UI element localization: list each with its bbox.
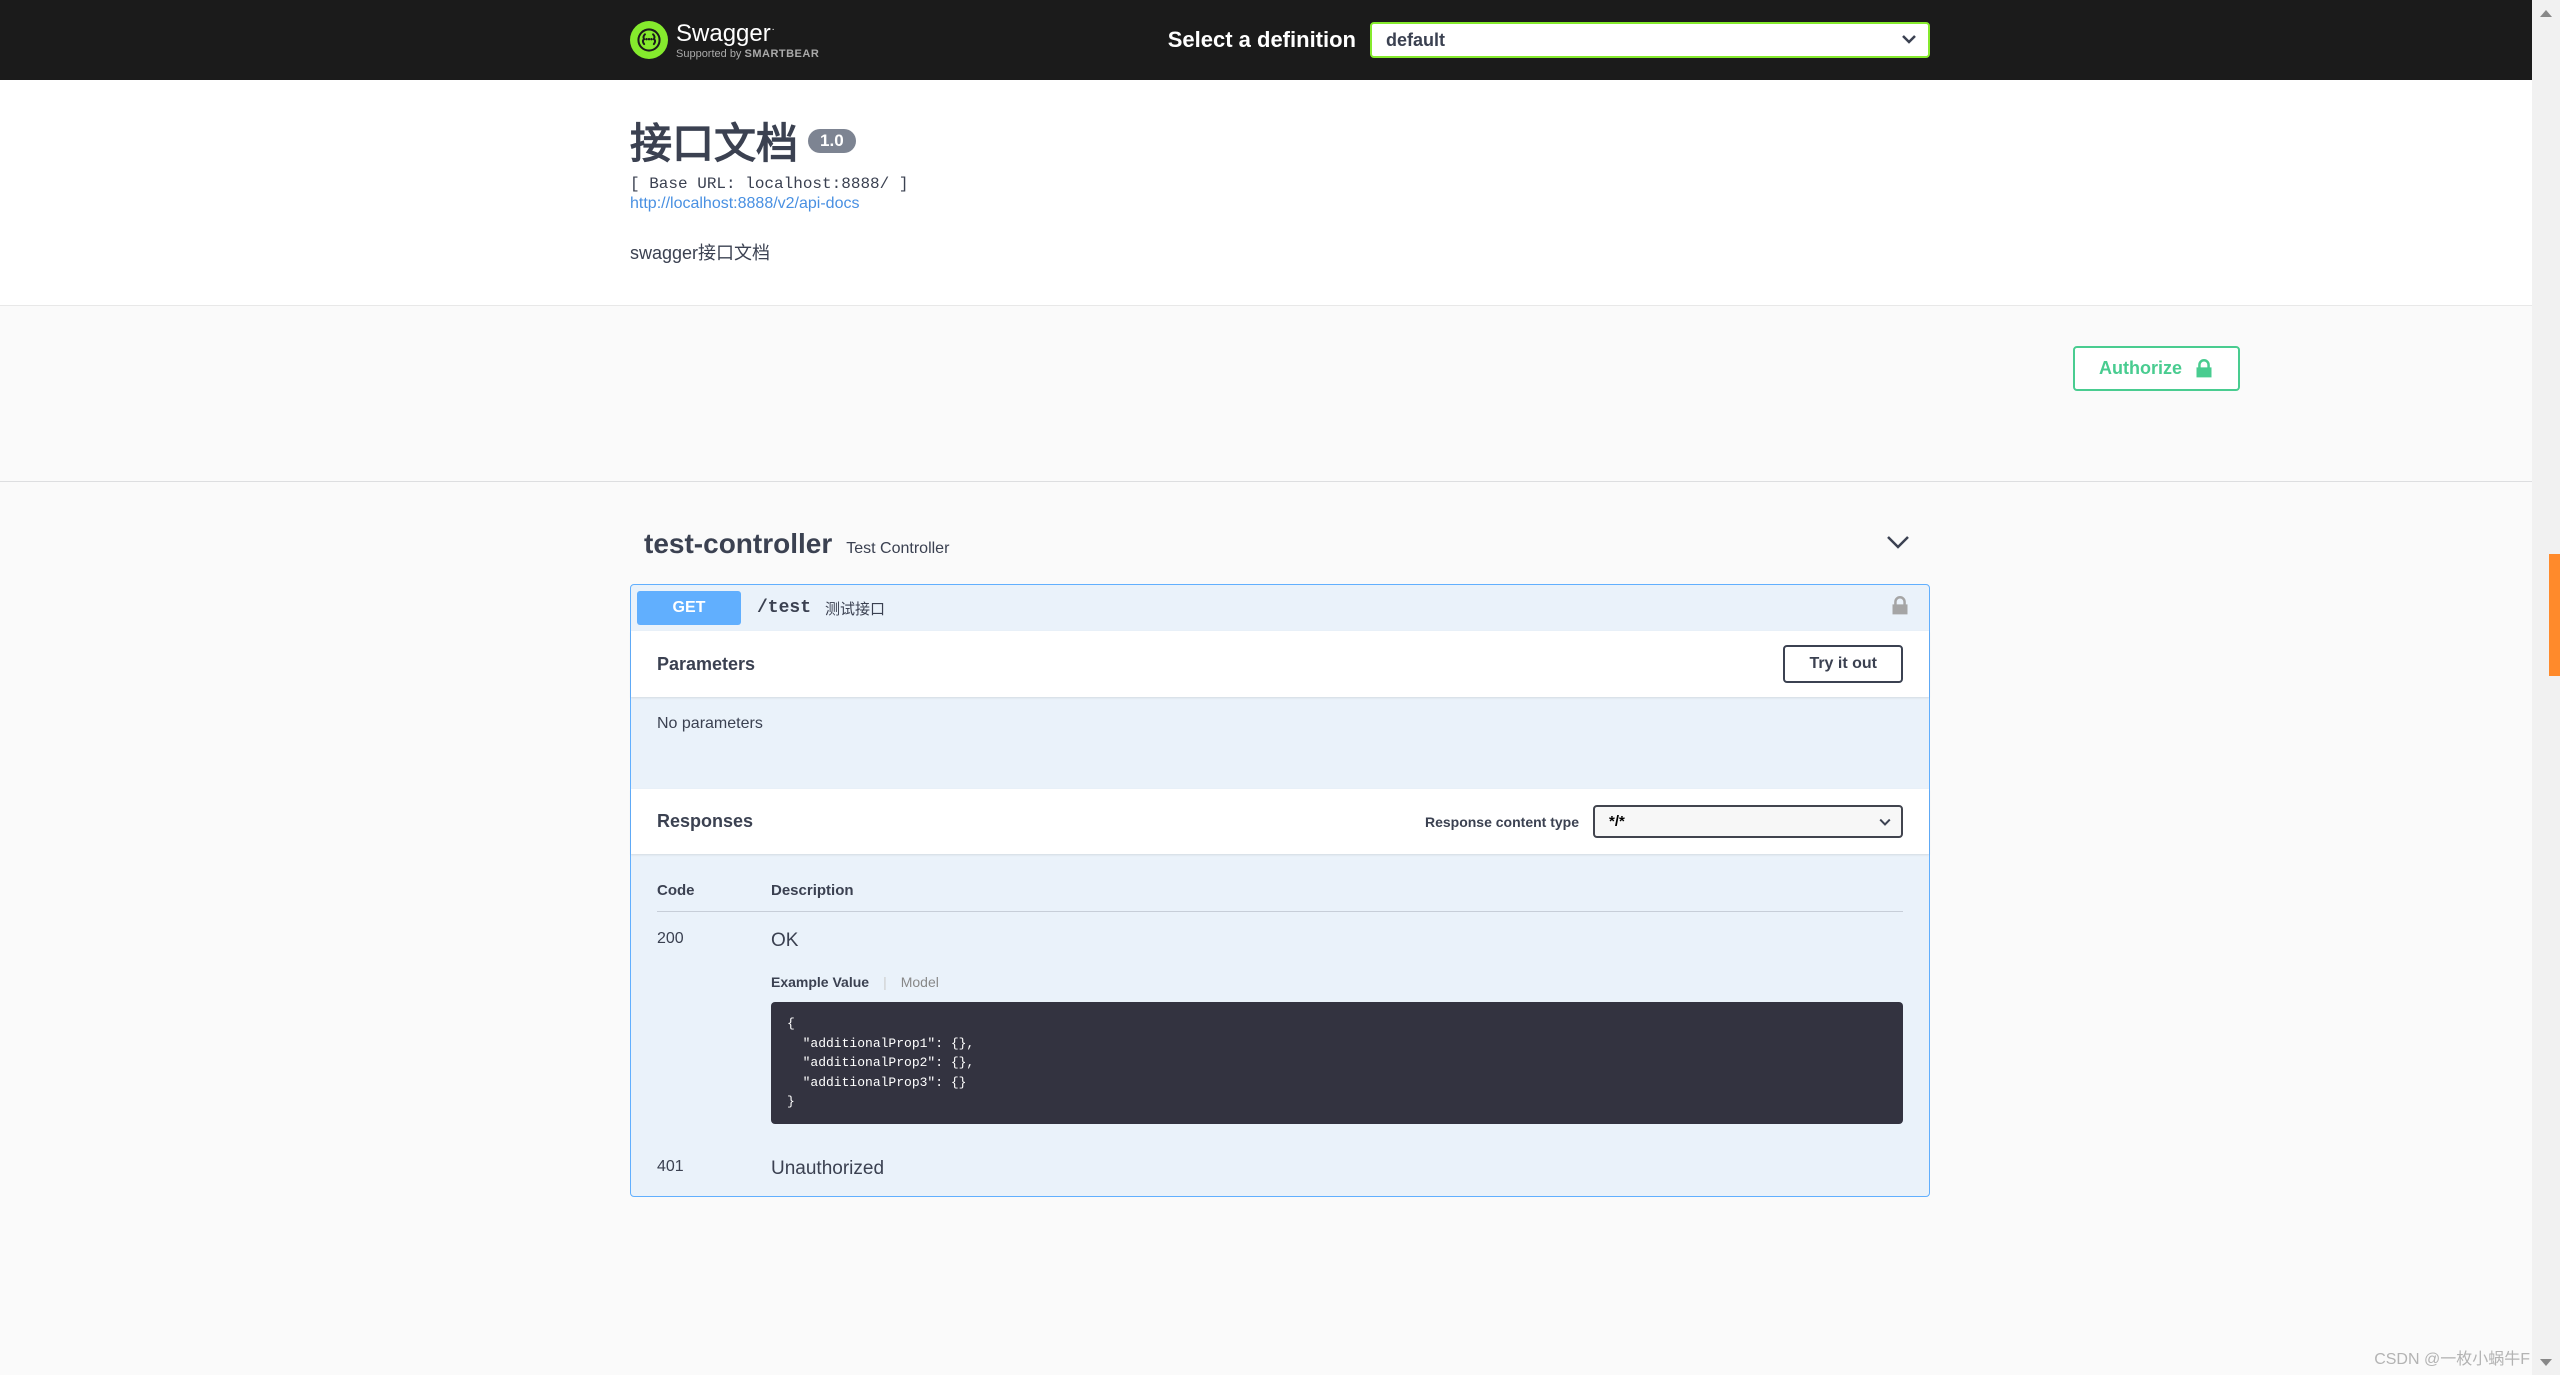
response-code: 200 bbox=[657, 930, 771, 1124]
operation-path: /test bbox=[757, 598, 811, 618]
response-code: 401 bbox=[657, 1158, 771, 1180]
tab-separator: | bbox=[883, 974, 887, 990]
scroll-down-arrow[interactable] bbox=[2532, 1349, 2560, 1375]
response-content-type-select[interactable]: */* bbox=[1593, 805, 1903, 838]
version-badge: 1.0 bbox=[808, 129, 856, 153]
responses-table: Code Description 200 OK Example Value | … bbox=[631, 854, 1929, 1196]
definition-selector-area: Select a definition default bbox=[1168, 22, 1930, 58]
parameters-header: Parameters Try it out bbox=[631, 631, 1929, 697]
example-value-code[interactable]: { "additionalProp1": {}, "additionalProp… bbox=[771, 1002, 1903, 1124]
response-content-type-label: Response content type bbox=[1425, 814, 1579, 830]
swagger-icon bbox=[630, 21, 668, 59]
tab-example-value[interactable]: Example Value bbox=[771, 974, 869, 990]
logo-sub-prefix: Supported by bbox=[676, 48, 745, 60]
responses-title: Responses bbox=[657, 811, 753, 832]
response-description: OK bbox=[771, 930, 1903, 952]
topbar: Swagger. Supported by SMARTBEAR Select a… bbox=[0, 0, 2560, 80]
chevron-down-icon bbox=[1886, 534, 1910, 555]
responses-header: Responses Response content type */* bbox=[631, 789, 1929, 854]
definition-select[interactable]: default bbox=[1370, 22, 1930, 58]
column-header-description: Description bbox=[771, 882, 1903, 899]
logo-title: Swagger bbox=[676, 20, 771, 48]
api-description: swagger接口文档 bbox=[630, 239, 1930, 265]
watermark-text: CSDN @一枚小蜗牛F bbox=[2374, 1345, 2530, 1369]
try-it-out-button[interactable]: Try it out bbox=[1783, 645, 1903, 683]
response-row: 401 Unauthorized bbox=[657, 1140, 1903, 1196]
tag-name: test-controller bbox=[644, 528, 832, 560]
response-description: Unauthorized bbox=[771, 1158, 1903, 1180]
authorize-label: Authorize bbox=[2099, 358, 2182, 379]
operation-summary[interactable]: GET /test 测试接口 bbox=[631, 585, 1929, 631]
operation-block: GET /test 测试接口 Parameters Try it out No … bbox=[630, 584, 1930, 1197]
section-divider bbox=[0, 481, 2560, 482]
lock-icon[interactable] bbox=[1891, 596, 1909, 621]
response-row: 200 OK Example Value | Model { "addition… bbox=[657, 912, 1903, 1140]
scrollbar-thumb[interactable] bbox=[2549, 554, 2560, 676]
operation-summary-text: 测试接口 bbox=[825, 598, 885, 619]
definition-label: Select a definition bbox=[1168, 27, 1356, 53]
api-title: 接口文档 bbox=[630, 110, 798, 171]
vertical-scrollbar[interactable] bbox=[2532, 0, 2560, 1375]
tag-description: Test Controller bbox=[846, 540, 949, 558]
method-badge-get: GET bbox=[637, 591, 741, 625]
tag-header[interactable]: test-controller Test Controller bbox=[630, 518, 1930, 570]
parameters-title: Parameters bbox=[657, 654, 755, 675]
logo-text: Swagger. Supported by SMARTBEAR bbox=[676, 20, 819, 60]
scroll-up-arrow[interactable] bbox=[2532, 0, 2560, 26]
column-header-code: Code bbox=[657, 882, 771, 899]
logo-sub-brand: SMARTBEAR bbox=[745, 48, 820, 60]
tab-model[interactable]: Model bbox=[901, 974, 939, 990]
authorize-button[interactable]: Authorize bbox=[2073, 346, 2240, 391]
lock-icon bbox=[2194, 359, 2214, 379]
base-url: [ Base URL: localhost:8888/ ] bbox=[630, 175, 1930, 193]
swagger-logo[interactable]: Swagger. Supported by SMARTBEAR bbox=[630, 20, 819, 60]
api-docs-link[interactable]: http://localhost:8888/v2/api-docs bbox=[630, 195, 859, 213]
info-section: 接口文档 1.0 [ Base URL: localhost:8888/ ] h… bbox=[0, 80, 2560, 306]
no-parameters-text: No parameters bbox=[631, 697, 1929, 789]
